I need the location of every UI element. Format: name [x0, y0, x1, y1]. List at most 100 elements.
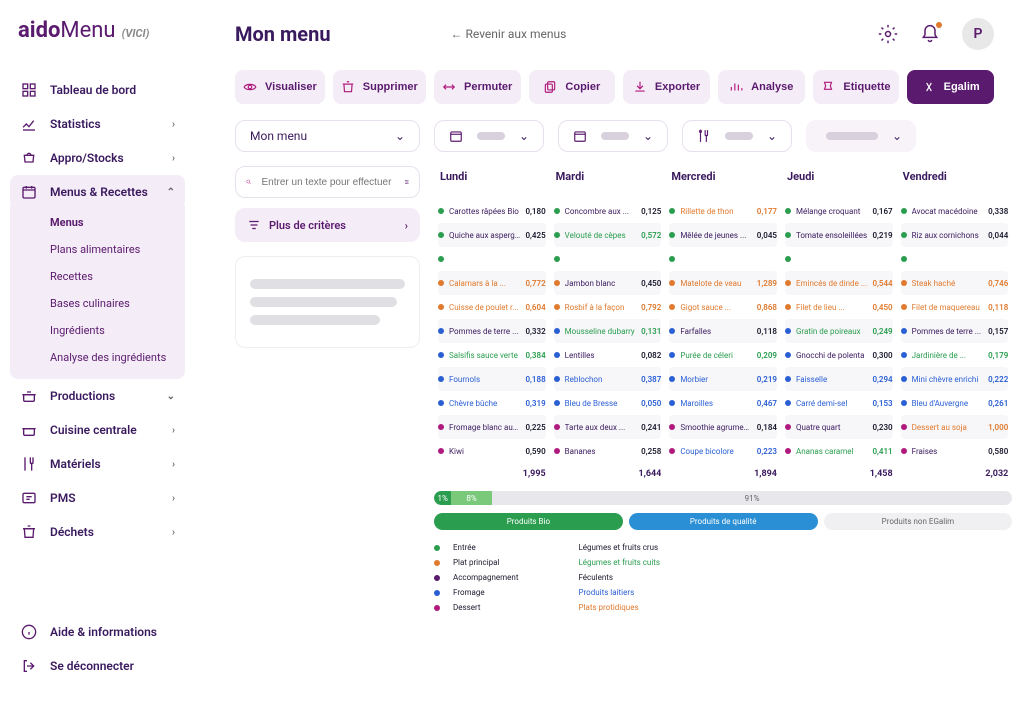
meal-cell[interactable]: Steak haché0,746 [901, 271, 1009, 295]
date-to-select[interactable]: ⌄ [558, 120, 668, 152]
extra-select[interactable]: ⌄ [806, 120, 916, 152]
menu-select[interactable]: Mon menu⌄ [235, 120, 420, 152]
sub-analyse-des-ingr-dients[interactable]: Analyse des ingrédients [10, 344, 185, 371]
tool-egalim[interactable]: Egalim [907, 70, 994, 104]
meal-cell[interactable]: Fournols0,188 [438, 367, 546, 391]
meal-cell[interactable]: Lentilles0,082 [554, 343, 662, 367]
meal-cell[interactable]: Maroilles0,467 [669, 391, 777, 415]
meal-cell[interactable]: Gigot sauce ...0,868 [669, 295, 777, 319]
search-input[interactable] [262, 177, 394, 188]
meal-cell[interactable]: Coupe bicolore0,223 [669, 439, 777, 463]
meal-cell[interactable]: Rillette de thon0,177 [669, 199, 777, 223]
meal-cell[interactable]: Gnocchi de polenta0,300 [785, 343, 893, 367]
meal-cell[interactable]: Chèvre bûche0,319 [438, 391, 546, 415]
meal-cell[interactable]: Reblochon0,387 [554, 367, 662, 391]
meal-cell[interactable]: Mini chèvre enrichi0,222 [901, 367, 1009, 391]
meal-cell[interactable]: Jardinière de ...0,179 [901, 343, 1009, 367]
utensil-select[interactable]: ⌄ [682, 120, 792, 152]
meal-cell[interactable]: Cuisse de poulet r...0,604 [438, 295, 546, 319]
gear-icon[interactable] [878, 24, 898, 44]
meal-cell[interactable]: Bleu de Bresse0,050 [554, 391, 662, 415]
meal-cell[interactable]: Calamars à la ...0,772 [438, 271, 546, 295]
meal-cell[interactable]: Fromage blanc aux ...0,225 [438, 415, 546, 439]
meal-cell[interactable]: Faisselle0,294 [785, 367, 893, 391]
sub-recettes[interactable]: Recettes [10, 263, 185, 290]
back-link[interactable]: ← Revenir aux menus [451, 27, 567, 41]
bell-icon[interactable] [920, 24, 940, 44]
meal-value: 0,118 [757, 327, 777, 336]
meal-cell[interactable] [901, 247, 1009, 271]
meal-cell[interactable]: Carré demi-sel0,153 [785, 391, 893, 415]
meal-cell[interactable]: Bananes0,258 [554, 439, 662, 463]
meal-cell[interactable]: Velouté de cèpes0,572 [554, 223, 662, 247]
meal-cell[interactable]: Bleu d'Auvergne0,261 [901, 391, 1009, 415]
chevron-icon: ⌄ [167, 391, 175, 402]
sub-bases-culinaires[interactable]: Bases culinaires [10, 290, 185, 317]
sub-menus[interactable]: Menus [10, 209, 185, 236]
meal-cell[interactable]: Pommes de terre ...0,332 [438, 319, 546, 343]
meal-cell[interactable]: Matelote de veau1,289 [669, 271, 777, 295]
tool-etiquette[interactable]: Etiquette [813, 70, 900, 104]
meal-cell[interactable]: Gratin de poireaux0,249 [785, 319, 893, 343]
meal-cell[interactable]: Tarte aux deux ...0,241 [554, 415, 662, 439]
menu-grid: LundiMardiMercrediJeudiVendredi Carottes… [434, 166, 1012, 615]
meal-cell[interactable] [669, 247, 777, 271]
meal-cell[interactable]: Riz aux cornichons0,044 [901, 223, 1009, 247]
meal-cell[interactable]: Fraises0,580 [901, 439, 1009, 463]
meal-cell[interactable]: Mousseline dubarry0,131 [554, 319, 662, 343]
sub-ingr-dients[interactable]: Ingrédients [10, 317, 185, 344]
nav-d-chets[interactable]: Déchets› [10, 515, 185, 549]
tool-analyse[interactable]: Analyse [718, 70, 805, 104]
meal-cell[interactable]: Avocat macédoine0,338 [901, 199, 1009, 223]
meal-cell[interactable] [554, 247, 662, 271]
meal-cell[interactable]: Pommes de terre ...0,157 [901, 319, 1009, 343]
meal-cell[interactable]: Filet de maquereau0,118 [901, 295, 1009, 319]
nav-pms[interactable]: PMS› [10, 481, 185, 515]
meal-cell[interactable]: Smoothie agrumes ...0,184 [669, 415, 777, 439]
tool-visualiser[interactable]: Visualiser [235, 70, 325, 104]
meal-value: 0,167 [872, 207, 892, 216]
meal-cell[interactable]: Filet de lieu ...0,450 [785, 295, 893, 319]
meal-cell[interactable]: Tomate ensoleillées0,219 [785, 223, 893, 247]
nav-menus-recettes[interactable]: Menus & Recettes ⌃ [10, 175, 185, 209]
sub-plans-alimentaires[interactable]: Plans alimentaires [10, 236, 185, 263]
nav-statistics[interactable]: Statistics› [10, 107, 185, 141]
nav-tableau-de-bord[interactable]: Tableau de bord [10, 73, 185, 107]
nav-productions[interactable]: Productions ⌄ [10, 379, 185, 413]
nav-mat-riels[interactable]: Matériels› [10, 447, 185, 481]
meal-cell[interactable]: Salsifis sauce verte0,384 [438, 343, 546, 367]
meal-cell[interactable]: Purée de céleri0,209 [669, 343, 777, 367]
nav-cuisine-centrale[interactable]: Cuisine centrale› [10, 413, 185, 447]
meal-cell[interactable]: Kiwi0,590 [438, 439, 546, 463]
more-criteria-button[interactable]: Plus de critères › [235, 208, 420, 242]
date-from-select[interactable]: ⌄ [434, 120, 544, 152]
meal-cell[interactable]: Carottes râpées Bio0,180 [438, 199, 546, 223]
meal-cell[interactable]: Quiche aux asperges0,425 [438, 223, 546, 247]
meal-cell[interactable]: Ananas caramel0,411 [785, 439, 893, 463]
meal-cell[interactable] [785, 247, 893, 271]
nav-appro-stocks[interactable]: Appro/Stocks› [10, 141, 185, 175]
tool-copier[interactable]: Copier [529, 70, 616, 104]
nav-se-d-connecter[interactable]: Se déconnecter [10, 649, 185, 683]
nav-aide-informations[interactable]: Aide & informations [10, 615, 185, 649]
meal-value: 0,219 [872, 231, 892, 240]
nav-label: Productions [50, 389, 115, 403]
meal-cell[interactable]: Concombre aux ...0,125 [554, 199, 662, 223]
sliders-icon[interactable] [404, 175, 410, 189]
meal-cell[interactable]: Emincés de dinde ...0,544 [785, 271, 893, 295]
tool-supprimer[interactable]: Supprimer [333, 70, 426, 104]
meal-cell[interactable]: Rosbif à la façon0,792 [554, 295, 662, 319]
tool-exporter[interactable]: Exporter [623, 70, 710, 104]
meal-cell[interactable] [438, 247, 546, 271]
meal-cell[interactable]: Farfalles0,118 [669, 319, 777, 343]
meal-cell[interactable]: Morbier0,219 [669, 367, 777, 391]
meal-cell[interactable]: Jambon blanc0,450 [554, 271, 662, 295]
search-box[interactable] [235, 166, 420, 198]
meal-cell[interactable]: Mêlée de jeunes ...0,045 [669, 223, 777, 247]
meal-cell[interactable]: Dessert au soja1,000 [901, 415, 1009, 439]
tool-permuter[interactable]: Permuter [434, 70, 521, 104]
meal-cell[interactable]: Quatre quart0,230 [785, 415, 893, 439]
avatar[interactable]: P [962, 18, 994, 50]
category-dot [785, 352, 791, 358]
meal-cell[interactable]: Mélange croquant0,167 [785, 199, 893, 223]
